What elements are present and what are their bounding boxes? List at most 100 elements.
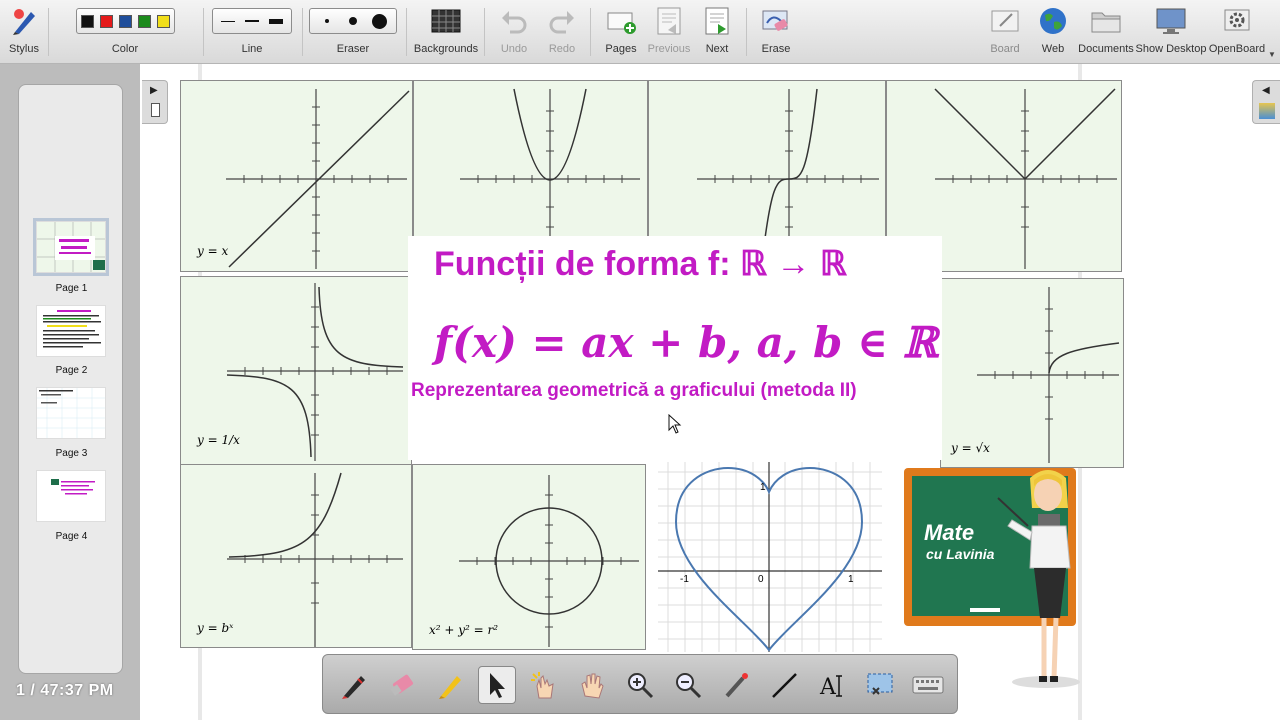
eraser-medium-button[interactable] (340, 17, 366, 25)
capture-tool-button[interactable] (861, 666, 899, 704)
graph-heart: -1 0 1 1 (658, 462, 882, 652)
pan-hand-icon (581, 673, 604, 699)
eraser-label: Eraser (336, 43, 370, 55)
eraser-group: Eraser (309, 4, 397, 60)
next-page-icon (704, 4, 730, 38)
page-1-label: Page 1 (55, 283, 88, 294)
board-button[interactable]: Board (988, 4, 1022, 60)
previous-label: Previous (647, 43, 691, 55)
graph-label: y = bˣ (197, 621, 234, 635)
highlighter-tool-button[interactable] (431, 666, 469, 704)
line-medium-button[interactable] (241, 20, 263, 22)
erase-button[interactable]: Erase (758, 4, 794, 60)
heart-tick-label: -1 (680, 574, 689, 585)
graph-reciprocal: y = 1/x (180, 276, 412, 466)
page-thumbnail-2[interactable] (36, 305, 106, 357)
svg-text:A: A (819, 675, 837, 700)
chalkboard-title: Mate (924, 520, 975, 545)
page-counter-clock: 1 / 47:37 PM (16, 682, 114, 699)
documents-label: Documents (1078, 43, 1134, 55)
zoom-out-icon (676, 673, 702, 699)
teacher-illustration (996, 468, 1080, 692)
line-icon (772, 673, 797, 698)
heart-tick-label: 1 (848, 574, 854, 585)
next-button[interactable]: Next (700, 4, 734, 60)
line-thin-button[interactable] (217, 20, 239, 22)
heart-tick-label: 0 (758, 574, 764, 585)
pages-button[interactable]: Pages (602, 4, 640, 60)
web-button[interactable]: Web (1036, 4, 1070, 60)
graph-identity: y = x (180, 80, 413, 272)
folder-icon (1090, 4, 1122, 38)
page-3-label: Page 3 (55, 448, 88, 459)
line-label: Line (241, 43, 263, 55)
collapse-left-panel-button[interactable]: ▶ (142, 80, 168, 124)
add-page-icon (606, 4, 636, 38)
previous-button[interactable]: Previous (648, 4, 690, 60)
zoom-in-icon (628, 673, 654, 699)
page-thumbnail-3[interactable] (36, 387, 106, 439)
thumbnail-list: Page 1 Page 2 Page 3 Page 4 (18, 84, 123, 674)
text-tool-button[interactable]: A (813, 666, 851, 704)
redo-icon (548, 4, 576, 38)
page-4-label: Page 4 (55, 531, 88, 542)
chevron-down-icon[interactable]: ▼ (1268, 50, 1276, 59)
laser-pointer-tool-button[interactable] (717, 666, 755, 704)
main-toolbar: Stylus Color Line Eraser Backgrounds Und… (0, 0, 1280, 64)
zoom-out-tool-button[interactable] (669, 666, 707, 704)
documents-button[interactable]: Documents (1078, 4, 1134, 60)
backgrounds-button[interactable]: Backgrounds (414, 4, 478, 60)
line-group: Line (210, 4, 294, 60)
line-tool-button[interactable] (765, 666, 803, 704)
capture-icon (867, 673, 893, 695)
board-icon (990, 4, 1020, 38)
erase-board-icon (761, 4, 791, 38)
color-swatch-black[interactable] (80, 14, 94, 28)
eraser-small-button[interactable] (314, 19, 340, 23)
color-swatch-blue[interactable] (118, 14, 132, 28)
select-tool-button[interactable] (478, 666, 516, 704)
stylus-button[interactable]: Stylus (6, 4, 42, 60)
eraser-sizes (309, 8, 397, 34)
line-widths (212, 8, 292, 34)
pan-tool-button[interactable] (573, 666, 611, 704)
eraser-large-button[interactable] (366, 13, 392, 29)
erase-label: Erase (761, 43, 791, 55)
openboard-menu-button[interactable]: OpenBoard (1208, 4, 1266, 60)
line-thick-button[interactable] (265, 18, 287, 24)
undo-icon (500, 4, 528, 38)
interact-tool-button[interactable] (525, 666, 563, 704)
show-desktop-label: Show Desktop (1135, 43, 1207, 55)
eraser-tool-button[interactable] (383, 666, 421, 704)
stylus-label: Stylus (9, 43, 39, 55)
pen-tool-button[interactable] (335, 666, 373, 704)
redo-label: Redo (548, 43, 576, 55)
graph-label: y = √x (951, 441, 990, 455)
graph-circle: x² + y² = r² (412, 464, 646, 650)
graph-label: y = 1/x (197, 433, 240, 447)
show-desktop-button[interactable]: Show Desktop (1135, 4, 1207, 60)
web-label: Web (1041, 43, 1065, 55)
chalkboard-subtitle: cu Lavinia (926, 546, 995, 562)
keyboard-tool-button[interactable] (909, 666, 947, 704)
color-swatch-red[interactable] (99, 14, 113, 28)
mouse-cursor-icon (668, 413, 682, 439)
pen-icon (342, 676, 365, 699)
color-group: Color (55, 4, 195, 60)
undo-label: Undo (500, 43, 528, 55)
undo-button[interactable]: Undo (496, 4, 532, 60)
function-formula: f(x) = ax + b, a, b ∈ ℝ (434, 318, 938, 367)
graph-sqrt: y = √x (940, 278, 1124, 468)
text-icon: A (819, 675, 842, 700)
zoom-in-tool-button[interactable] (621, 666, 659, 704)
page-thumbnail-1[interactable] (33, 218, 109, 276)
collapse-right-panel-button[interactable]: ◀ (1252, 80, 1280, 124)
color-swatch-yellow[interactable] (156, 14, 170, 28)
color-swatch-green[interactable] (137, 14, 151, 28)
openboard-label: OpenBoard (1208, 43, 1266, 55)
page-thumbnail-4[interactable] (36, 470, 106, 522)
graph-exponential: y = bˣ (180, 464, 412, 648)
page-title: Funcții de forma f: ℝ → ℝ (434, 245, 847, 283)
monitor-icon (1155, 4, 1187, 38)
redo-button[interactable]: Redo (544, 4, 580, 60)
